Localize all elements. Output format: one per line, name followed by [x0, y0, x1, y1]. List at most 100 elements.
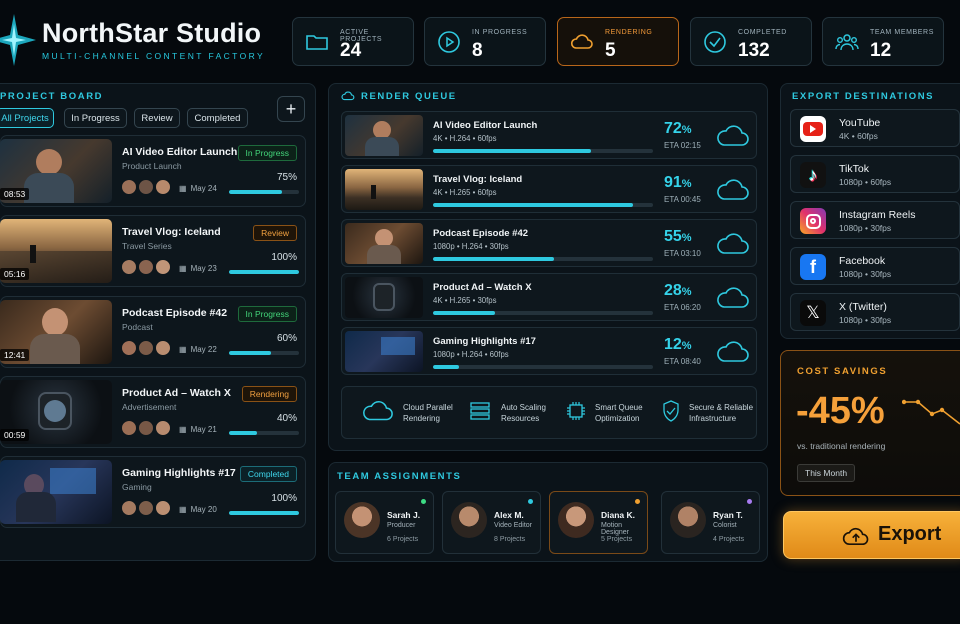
status-dot [421, 499, 426, 504]
project-date: ▦ May 24 [179, 184, 217, 193]
export-button[interactable]: Export [783, 511, 960, 559]
progress-fill [229, 190, 282, 194]
stat-completed[interactable]: COMPLETED 132 [690, 17, 812, 66]
project-card[interactable]: 05:16 Travel Vlog: Iceland Travel Series… [0, 215, 306, 287]
destination-x-twitter[interactable]: 𝕏 X (Twitter) 1080p • 30fps [790, 293, 960, 331]
render-eta: ETA 00:45 [664, 195, 701, 204]
destination-facebook[interactable]: f Facebook 1080p • 30fps [790, 247, 960, 285]
team-assignments-title: TEAM ASSIGNMENTS [337, 471, 462, 482]
period-selector[interactable]: This Month [797, 464, 856, 482]
filter-review[interactable]: Review [134, 108, 180, 128]
cloud-icon [717, 341, 749, 362]
filter-in-progress[interactable]: In Progress [64, 108, 127, 128]
destination-tiktok[interactable]: ♪ TikTok 1080p • 60fps [790, 155, 960, 193]
add-project-button[interactable]: + [277, 96, 305, 122]
render-queue-item[interactable]: Travel Vlog: Iceland 4K • H.265 • 60fps … [341, 165, 757, 213]
progress-fill [229, 511, 299, 515]
avatar [138, 179, 154, 195]
project-title: Product Ad – Watch X [122, 387, 231, 399]
assignee-avatars [121, 420, 172, 436]
project-category: Gaming [122, 482, 152, 492]
play-icon [438, 31, 460, 53]
cost-savings-title: COST SAVINGS [797, 366, 888, 377]
video-duration: 00:59 [0, 429, 30, 441]
avatar [121, 179, 137, 195]
render-percent-value: 12 [664, 336, 682, 353]
destination-youtube[interactable]: YouTube 4K • 60fps [790, 109, 960, 147]
render-thumbnail [345, 169, 423, 210]
progress-bar [229, 431, 299, 435]
team-member-card[interactable]: Sarah J. Producer 6 Projects [335, 491, 434, 554]
avatar [451, 502, 487, 538]
video-duration: 05:16 [0, 268, 30, 280]
feature-smart-queue: Smart Queue Optimization [595, 402, 643, 424]
feature-line: Rendering [403, 414, 440, 423]
date-label: May 21 [190, 425, 217, 434]
check-circle-icon [704, 31, 726, 53]
stat-active-projects[interactable]: ACTIVE PROJECTS 24 [292, 17, 414, 66]
progress-percent: 100% [271, 493, 297, 504]
team-member-card[interactable]: Ryan T. Colorist 4 Projects [661, 491, 760, 554]
calendar-icon: ▦ [179, 505, 187, 514]
team-icon [835, 34, 859, 51]
destination-instagram[interactable]: Instagram Reels 1080p • 30fps [790, 201, 960, 239]
render-eta: ETA 08:40 [664, 357, 701, 366]
cloud-icon [570, 34, 593, 49]
destination-meta: 1080p • 30fps [839, 315, 892, 325]
progress-fill [229, 270, 299, 274]
avatar [121, 259, 137, 275]
render-queue-item[interactable]: Gaming Highlights #17 1080p • H.264 • 60… [341, 327, 757, 375]
render-queue-title: RENDER QUEUE [361, 91, 457, 102]
project-card[interactable]: 00:59 Product Ad – Watch X Advertisement… [0, 376, 306, 448]
project-card[interactable]: Gaming Highlights #17 Gaming Completed ▦… [0, 456, 306, 528]
assignee-avatars [121, 500, 172, 516]
youtube-icon [800, 116, 826, 142]
destination-name: Facebook [839, 255, 886, 267]
render-thumbnail [345, 277, 423, 318]
render-progress-bar [433, 203, 653, 207]
stat-in-progress[interactable]: IN PROGRESS 8 [424, 17, 546, 66]
render-title: Gaming Highlights #17 [433, 336, 536, 347]
render-queue-item[interactable]: Podcast Episode #42 1080p • H.264 • 30fp… [341, 219, 757, 267]
northstar-logo-icon [0, 14, 36, 66]
member-name: Sarah J. [387, 510, 421, 520]
filter-completed[interactable]: Completed [187, 108, 248, 128]
team-member-card[interactable]: Diana K. Motion Designer 5 Projects [549, 491, 648, 554]
render-progress-bar [433, 311, 653, 315]
project-thumbnail [0, 460, 112, 524]
team-member-card[interactable]: Alex M. Video Editor 8 Projects [442, 491, 541, 554]
stat-rendering[interactable]: RENDERING 5 [557, 17, 679, 66]
render-eta: ETA 06:20 [664, 303, 701, 312]
progress-bar [229, 190, 299, 194]
stat-value: 5 [605, 40, 616, 61]
destination-name: X (Twitter) [839, 301, 887, 313]
status-badge: Rendering [241, 386, 297, 402]
avatar [138, 420, 154, 436]
project-thumbnail: 12:41 [0, 300, 112, 364]
date-label: May 23 [190, 264, 217, 273]
project-board-title: PROJECT BOARD [0, 91, 104, 102]
feature-line: Auto Scaling [501, 403, 546, 412]
feature-line: Resources [501, 414, 540, 423]
avatar [121, 420, 137, 436]
render-progress-fill [433, 365, 460, 369]
render-progress-fill [433, 311, 495, 315]
render-queue-item[interactable]: AI Video Editor Launch 4K • H.264 • 60fp… [341, 111, 757, 159]
assignee-avatars [121, 179, 172, 195]
stat-label: RENDERING [605, 29, 653, 36]
cloud-icon [717, 179, 749, 200]
stat-team-members[interactable]: TEAM MEMBERS 12 [822, 17, 944, 66]
render-queue-item[interactable]: Product Ad – Watch X 4K • H.265 • 30fps … [341, 273, 757, 321]
render-percent: 12% [664, 336, 692, 353]
avatar [155, 340, 171, 356]
project-card[interactable]: 08:53 AI Video Editor Launch Product Lau… [0, 135, 306, 207]
render-progress-fill [433, 257, 554, 261]
render-percent: 72% [664, 120, 692, 137]
project-card[interactable]: 12:41 Podcast Episode #42 Podcast In Pro… [0, 296, 306, 368]
stat-value: 12 [870, 40, 892, 61]
avatar [155, 420, 171, 436]
filter-all-projects[interactable]: All Projects [0, 108, 54, 128]
server-icon [470, 402, 490, 420]
render-thumbnail [345, 331, 423, 372]
destination-meta: 1080p • 60fps [839, 177, 892, 187]
